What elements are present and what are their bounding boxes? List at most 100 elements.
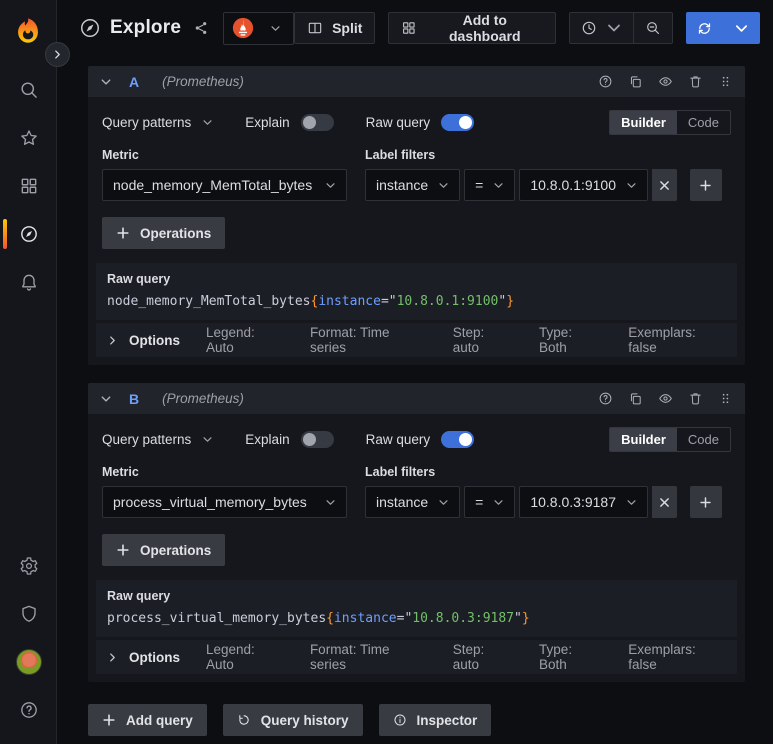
add-filter-button[interactable] (689, 486, 722, 518)
filter-operator-value: = (475, 494, 484, 510)
drag-handle-icon (722, 393, 729, 404)
sidebar-item-configuration[interactable] (0, 542, 57, 590)
share-shortlink-button[interactable] (189, 16, 213, 43)
query-patterns-dropdown[interactable]: Query patterns (102, 115, 213, 130)
chevron-down-icon (494, 182, 503, 188)
query-ref-id: A (129, 73, 140, 90)
duplicate-query-button[interactable] (628, 391, 643, 406)
sidebar-item-explore[interactable] (0, 210, 57, 258)
raw-query-preview: Raw query process_virtual_memory_bytes{i… (96, 580, 737, 637)
remove-filter-button[interactable] (651, 169, 677, 201)
query-options-row: Options Legend: Auto Format: Time series… (96, 323, 737, 357)
sidebar-item-server-admin[interactable] (0, 590, 57, 638)
promql-label-value: 10.8.0.1:9100 (396, 294, 499, 309)
add-to-dashboard-label: Add to dashboard (448, 12, 521, 44)
sidebar-expand-button[interactable] (45, 42, 70, 67)
filter-value-select[interactable]: 10.8.0.1:9100 (519, 169, 648, 201)
add-filter-button[interactable] (689, 169, 722, 201)
explain-switch[interactable] (300, 114, 334, 131)
query-help-button[interactable] (598, 74, 613, 89)
raw-query-switch[interactable] (441, 431, 475, 448)
query-help-button[interactable] (598, 391, 613, 406)
query-b-body: Query patterns Explain Raw query Builder… (88, 414, 745, 682)
raw-query-preview-label: Raw query (107, 272, 171, 286)
filter-key-select[interactable]: instance (365, 486, 461, 518)
sidebar-item-profile[interactable] (0, 638, 57, 686)
filter-value-text: 10.8.0.3:9187 (530, 494, 616, 510)
label-filter-row: instance = 10.8.0.3:9187 (365, 486, 722, 518)
builder-mode-button[interactable]: Builder (610, 111, 677, 134)
promql-lbrace: { (326, 611, 334, 626)
promql-expression: process_virtual_memory_bytes{instance="1… (107, 611, 530, 626)
add-operation-button[interactable]: Operations (102, 534, 226, 566)
add-to-dashboard-button[interactable]: Add to dashboard (388, 12, 557, 44)
disable-query-button[interactable] (658, 391, 673, 406)
sidebar-item-alerting[interactable] (0, 258, 57, 306)
datasource-picker[interactable] (223, 11, 295, 45)
raw-query-toggle-group: Raw query (366, 114, 475, 131)
raw-query-switch[interactable] (441, 114, 475, 131)
options-collapse-button[interactable]: Options (107, 333, 180, 348)
add-query-button[interactable]: Add query (88, 704, 207, 736)
add-query-label: Add query (126, 712, 193, 728)
metric-and-filters-row: Metric node_memory_MemTotal_bytes Label … (96, 148, 737, 201)
promql-quote: " (498, 294, 507, 309)
inspector-button[interactable]: Inspector (378, 704, 492, 736)
help-circle-icon (20, 702, 37, 718)
run-query-button-group (686, 12, 760, 44)
builder-mode-button[interactable]: Builder (610, 428, 677, 451)
metric-select[interactable]: node_memory_MemTotal_bytes (102, 169, 347, 201)
share-alt-icon (195, 21, 207, 34)
label-filters-label: Label filters (365, 465, 436, 479)
chevron-down-icon (627, 182, 636, 188)
add-operation-button[interactable]: Operations (102, 217, 226, 249)
promql-metric: node_memory_MemTotal_bytes (107, 294, 311, 309)
user-avatar (15, 649, 42, 675)
filter-key-select[interactable]: instance (365, 169, 461, 201)
drag-query-handle[interactable] (718, 74, 733, 89)
zoom-out-time-button[interactable] (634, 13, 672, 43)
raw-query-preview: Raw query node_memory_MemTotal_bytes{ins… (96, 263, 737, 320)
close-icon (660, 180, 669, 190)
time-picker-button[interactable] (570, 13, 633, 43)
query-history-button[interactable]: Query history (222, 704, 363, 736)
filter-operator-select[interactable]: = (464, 486, 516, 518)
split-label: Split (332, 20, 363, 36)
sidebar-item-starred[interactable] (0, 114, 57, 162)
metric-select[interactable]: process_virtual_memory_bytes (102, 486, 347, 518)
code-mode-button[interactable]: Code (677, 428, 730, 451)
collapse-query-button[interactable] (100, 76, 112, 88)
run-query-button[interactable] (686, 12, 723, 44)
collapse-query-button[interactable] (100, 393, 112, 405)
bell-icon (21, 274, 36, 291)
label-filter-row: instance = 10.8.0.1:9100 (365, 169, 722, 201)
sidebar-item-dashboards[interactable] (0, 162, 57, 210)
option-step: Step: auto (452, 642, 485, 672)
remove-query-button[interactable] (688, 74, 703, 89)
compass-icon (81, 19, 99, 37)
plus-icon (700, 496, 712, 508)
code-mode-button[interactable]: Code (677, 111, 730, 134)
option-format: Format: Time series (309, 642, 390, 672)
run-query-interval-dropdown[interactable] (723, 12, 760, 44)
search-icon (20, 82, 37, 98)
explain-switch[interactable] (300, 431, 334, 448)
help-circle-icon (599, 75, 612, 88)
remove-query-button[interactable] (688, 391, 703, 406)
sidebar-item-search[interactable] (0, 66, 57, 114)
inspector-label: Inspector (416, 712, 478, 728)
promql-equals: = (380, 294, 389, 309)
sidebar-item-help[interactable] (0, 686, 57, 734)
toolbar-left: Explore (79, 11, 295, 45)
filter-value-select[interactable]: 10.8.0.3:9187 (519, 486, 648, 518)
filter-operator-select[interactable]: = (464, 169, 516, 201)
drag-query-handle[interactable] (718, 391, 733, 406)
option-type: Type: Both (539, 325, 573, 355)
split-button[interactable]: Split (294, 12, 376, 44)
options-collapse-button[interactable]: Options (107, 650, 180, 665)
query-patterns-dropdown[interactable]: Query patterns (102, 432, 213, 447)
disable-query-button[interactable] (658, 74, 673, 89)
remove-filter-button[interactable] (651, 486, 677, 518)
duplicate-query-button[interactable] (628, 74, 643, 89)
filter-key-value: instance (376, 494, 429, 510)
